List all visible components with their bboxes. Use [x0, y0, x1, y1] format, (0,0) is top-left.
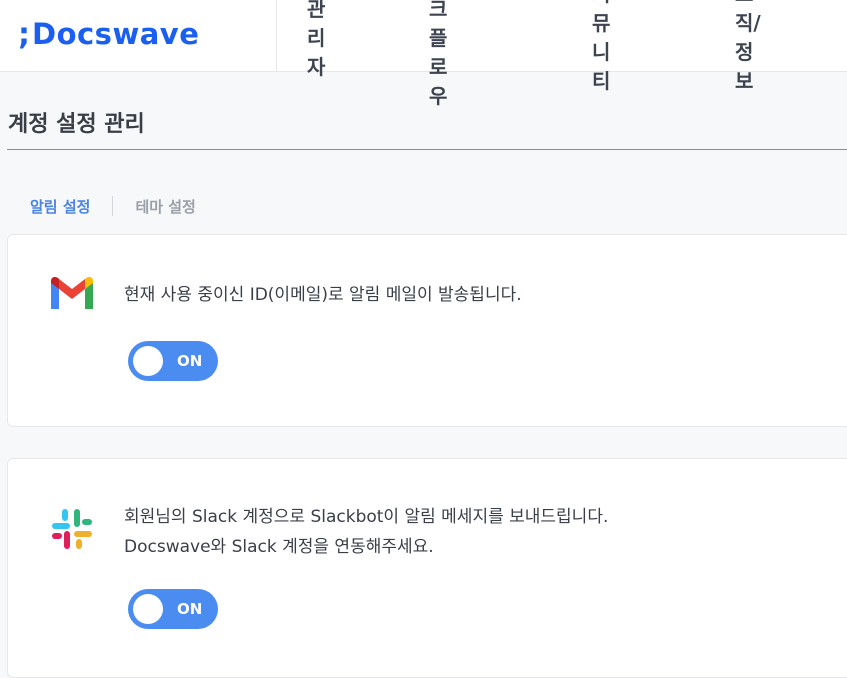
email-notification-text: 현재 사용 중이신 ID(이메일)로 알림 메일이 발송됩니다. — [124, 280, 522, 310]
top-navigation-bar: ; Docswave 관리자 워크플로우 커뮤니티 조직/정보 — [0, 0, 847, 108]
nav-item-workflow[interactable]: 워크플로우 — [429, 0, 447, 108]
nav-item-community[interactable]: 커뮤니티 — [592, 0, 610, 93]
nav-item-organization[interactable]: 조직/정보 — [735, 0, 761, 93]
settings-tabs: 알림 설정 테마 설정 — [30, 193, 196, 219]
logo-mark: ; — [18, 16, 30, 52]
slack-icon — [48, 505, 96, 557]
toggle-knob — [133, 346, 163, 376]
gmail-icon — [48, 275, 96, 315]
toggle-knob — [133, 594, 163, 624]
logo-text: Docswave — [32, 17, 200, 51]
slack-notification-line-1: 회원님의 Slack 계정으로 Slackbot이 알림 메세지를 보내드립니다… — [124, 507, 609, 527]
docswave-logo[interactable]: ; Docswave — [18, 14, 199, 54]
toggle-label: ON — [177, 600, 203, 618]
tab-theme-settings[interactable]: 테마 설정 — [135, 196, 195, 217]
slack-notification-text: 회원님의 Slack 계정으로 Slackbot이 알림 메세지를 보내드립니다… — [124, 502, 608, 562]
email-notification-line: 현재 사용 중이신 ID(이메일)로 알림 메일이 발송됩니다. — [124, 285, 522, 305]
slack-notification-line-2: Docswave와 Slack 계정을 연동해주세요. — [124, 537, 434, 557]
email-notification-card: 현재 사용 중이신 ID(이메일)로 알림 메일이 발송됩니다. ON — [7, 234, 847, 427]
toggle-label: ON — [177, 352, 203, 370]
title-divider — [7, 149, 847, 150]
slack-notification-toggle[interactable]: ON — [128, 589, 218, 629]
tab-notification-settings[interactable]: 알림 설정 — [30, 196, 90, 217]
header-divider — [276, 0, 277, 72]
page-title: 계정 설정 관리 — [8, 112, 145, 137]
nav-item-admin[interactable]: 관리자 — [307, 0, 325, 79]
tab-separator — [112, 196, 114, 216]
slack-notification-card: 회원님의 Slack 계정으로 Slackbot이 알림 메세지를 보내드립니다… — [7, 458, 847, 678]
email-notification-toggle[interactable]: ON — [128, 341, 218, 381]
